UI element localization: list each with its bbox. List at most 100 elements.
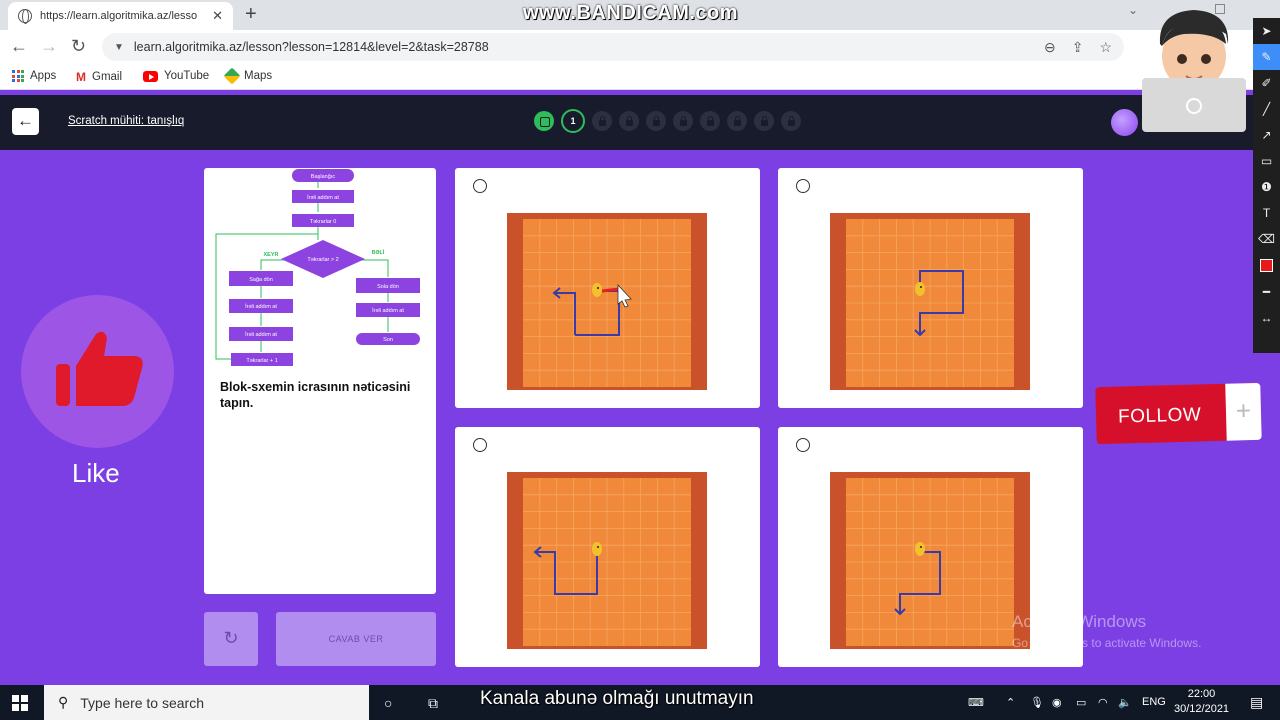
step-locked: [592, 111, 612, 131]
text-tool-icon[interactable]: T: [1253, 200, 1280, 226]
webcam-icon[interactable]: ◉: [1052, 696, 1062, 709]
keyboard-icon[interactable]: ⌨: [968, 696, 984, 709]
flow-yes-2-text: İrəli addım at: [372, 307, 404, 314]
volume-icon[interactable]: 🔈: [1118, 696, 1132, 709]
close-tab-icon[interactable]: ✕: [212, 8, 223, 24]
wifi-icon[interactable]: ◠: [1098, 696, 1108, 709]
stroke-width-icon[interactable]: ━: [1253, 279, 1280, 305]
game-board-tiles: [507, 213, 707, 390]
activate-subtitle: Go to Settings to activate Windows.: [1012, 636, 1202, 650]
address-bar[interactable]: ▼ learn.algoritmika.az/lesson?lesson=128…: [102, 33, 1124, 61]
bookmark-star-icon[interactable]: ☆: [1099, 39, 1112, 56]
follow-label: FOLLOW: [1117, 404, 1202, 428]
bookmark-youtube[interactable]: YouTube: [143, 70, 209, 82]
annotation-toolbar: ➤ ✎ ✐ ╱ ↗ ▭ ❶ T ⌫ ━ ↔: [1253, 18, 1280, 353]
app-header: ← Scratch mühiti: tanışlıq 1: [0, 95, 1280, 150]
line-tool-icon[interactable]: ╱: [1253, 96, 1280, 122]
notifications-icon[interactable]: ▤: [1250, 694, 1263, 711]
task-progress: 1: [534, 109, 801, 133]
system-clock[interactable]: 22:00 30/12/2021: [1174, 687, 1229, 717]
tab-title: https://learn.algoritmika.az/lesso: [40, 10, 198, 22]
forward-arrow-icon[interactable]: →: [40, 36, 58, 57]
arrow-tool-icon[interactable]: ↗: [1253, 122, 1280, 148]
chick-sprite: [592, 283, 602, 297]
bookmark-maps[interactable]: Maps: [223, 67, 273, 85]
clock-date: 30/12/2021: [1174, 703, 1230, 715]
step-done[interactable]: [534, 111, 554, 131]
expand-toolbar-icon[interactable]: ↔: [1253, 305, 1280, 331]
answer-option-1[interactable]: [455, 168, 760, 408]
chick-sprite: [915, 282, 925, 296]
browser-tab[interactable]: https://learn.algoritmika.az/lesso ✕: [8, 2, 233, 30]
reset-icon: ↻: [223, 628, 239, 648]
answer-option-3[interactable]: [455, 427, 760, 667]
radio-button[interactable]: [473, 438, 487, 452]
radio-button[interactable]: [796, 438, 810, 452]
eraser-tool-icon[interactable]: ⌫: [1253, 226, 1280, 252]
apps-grid-icon: [12, 70, 24, 82]
answer-option-2[interactable]: [778, 168, 1083, 408]
step-locked: [700, 111, 720, 131]
share-icon[interactable]: ⇪: [1072, 39, 1084, 56]
zoom-icon[interactable]: ⊖: [1044, 39, 1056, 56]
radio-button[interactable]: [796, 179, 810, 193]
maps-icon: [223, 67, 241, 85]
language-indicator[interactable]: ENG: [1142, 696, 1166, 708]
reset-button[interactable]: ↻: [204, 612, 258, 666]
game-board-tiles: [830, 213, 1030, 390]
step-locked: [781, 111, 801, 131]
search-placeholder: Type here to search: [80, 694, 205, 711]
reload-icon[interactable]: ↻: [71, 36, 86, 57]
step-locked: [727, 111, 747, 131]
submit-answer-button[interactable]: CAVAB VER: [276, 612, 436, 666]
rectangle-tool-icon[interactable]: ▭: [1253, 148, 1280, 174]
step-current[interactable]: 1: [561, 109, 585, 133]
radio-button[interactable]: [473, 179, 487, 193]
battery-icon[interactable]: ▭: [1076, 696, 1086, 709]
site-info-icon[interactable]: ▼: [114, 42, 124, 53]
marker-tool-icon[interactable]: ✐: [1253, 70, 1280, 96]
cortana-icon[interactable]: ○: [384, 695, 392, 711]
flow-condition-text: Təkrarlar > 2: [307, 257, 338, 263]
task-view-icon[interactable]: ⧉: [428, 695, 438, 712]
bookmark-apps[interactable]: Apps: [12, 70, 56, 82]
plus-icon: +: [1225, 382, 1262, 441]
cursor-tool-icon[interactable]: ➤: [1253, 18, 1280, 44]
bookmark-gmail[interactable]: M Gmail: [76, 70, 122, 84]
user-avatar[interactable]: [1111, 109, 1138, 136]
search-icon: ⚲: [58, 694, 69, 710]
youtube-icon: [143, 70, 158, 82]
new-tab-button[interactable]: +: [245, 3, 257, 26]
step-locked: [646, 111, 666, 131]
flow-no-1-text: Sağa dön: [249, 277, 273, 283]
task-prompt: Blok-sxemin icrasının nəticəsini tapın.: [220, 380, 411, 410]
back-button[interactable]: ←: [12, 108, 39, 135]
clock-time: 22:00: [1187, 688, 1216, 700]
follow-button[interactable]: FOLLOW +: [1095, 382, 1262, 445]
bookmark-label: Maps: [244, 70, 273, 82]
activate-windows-watermark: Activate Windows Go to Settings to activ…: [1012, 612, 1201, 650]
game-board-tiles: [830, 472, 1030, 649]
thumbs-up-icon: [56, 331, 143, 406]
number-tool-icon[interactable]: ❶: [1253, 174, 1280, 200]
course-title-link[interactable]: Scratch mühiti: tanışlıq: [68, 115, 184, 127]
chick-sprite: [915, 542, 925, 556]
tab-search-icon[interactable]: ⌄: [1128, 3, 1138, 17]
cartoon-presenter: [1142, 10, 1246, 132]
flow-no-2-text: İrəli addım at: [245, 303, 277, 310]
windows-start-icon[interactable]: [12, 695, 28, 711]
flow-no-3-text: İrəli addım at: [245, 331, 277, 338]
tray-expand-icon[interactable]: ⌃: [1006, 696, 1015, 709]
pen-tool-icon[interactable]: ✎: [1253, 44, 1280, 70]
taskbar-search[interactable]: ⚲ Type here to search: [44, 685, 369, 720]
flow-no-4-text: Təkrarlar + 1: [246, 358, 277, 364]
game-field: [830, 472, 1030, 649]
back-arrow-icon[interactable]: ←: [10, 36, 28, 57]
color-swatch[interactable]: [1260, 259, 1273, 272]
globe-icon: [18, 9, 32, 24]
flow-no-label: XEYR: [264, 252, 279, 258]
step-locked: [754, 111, 774, 131]
microphone-icon[interactable]: 🎙: [1030, 696, 1044, 709]
url-text: learn.algoritmika.az/lesson?lesson=12814…: [133, 40, 489, 54]
recording-watermark: www.BANDICAM.com: [523, 2, 739, 24]
